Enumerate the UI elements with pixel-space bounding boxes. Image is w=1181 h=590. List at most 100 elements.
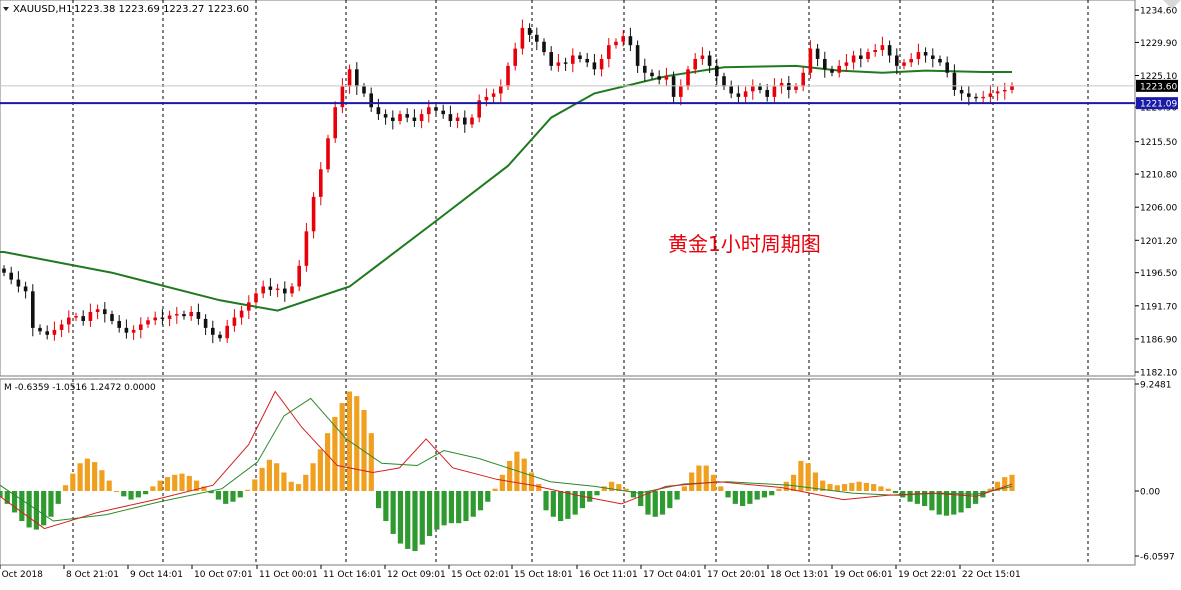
time-tick-label: 12 Oct 09:01 (387, 570, 446, 580)
candle-body (556, 62, 561, 66)
macd-bar (405, 491, 411, 549)
symbol-label: XAUUSD,H1 (13, 4, 72, 15)
macd-bar (41, 491, 47, 526)
candle-body (643, 65, 647, 73)
macd-bar (186, 475, 192, 491)
macd-bar (441, 491, 447, 526)
macd-bar (856, 481, 862, 491)
candle-body (362, 86, 366, 94)
macd-bar (521, 458, 527, 491)
candle-body (887, 45, 892, 56)
macd-bar (172, 474, 178, 491)
candle-body (859, 55, 863, 59)
candle-body (16, 279, 21, 287)
macd-bar (594, 491, 600, 496)
price-tick-label: 1215.50 (1140, 138, 1177, 148)
candle-body (355, 69, 359, 87)
candle-body (412, 117, 417, 122)
price-tick-label: 1191.70 (1140, 302, 1177, 312)
candle-body (542, 41, 546, 53)
candle-body (585, 58, 589, 63)
macd-bar (667, 491, 673, 509)
candle-body (2, 268, 6, 273)
candle-body (38, 327, 42, 332)
candle-body (959, 89, 964, 94)
candle-body (419, 114, 424, 122)
macd-bar (274, 463, 280, 491)
candle-body (81, 316, 85, 321)
candle-body (945, 62, 949, 73)
candle-body (275, 288, 280, 290)
macd-bar (1009, 474, 1015, 491)
price-tick-label: 1210.80 (1140, 171, 1177, 181)
macd-bar (244, 489, 251, 491)
macd-bar (703, 465, 709, 491)
macd-bar (718, 486, 724, 491)
candle-body (376, 107, 381, 115)
candle-body (182, 314, 186, 317)
macd-bar (492, 488, 498, 491)
macd-bar (499, 474, 505, 491)
time-tick-label: 8 Oct 21:01 (66, 570, 119, 580)
macd-bar (849, 482, 855, 491)
macd-bar (754, 491, 760, 500)
candle-body (74, 316, 78, 318)
dropdown-triangle-icon[interactable] (3, 7, 9, 11)
candle-body (578, 55, 582, 59)
time-tick-label: 19 Oct 22:01 (898, 570, 957, 580)
time-tick-label: 11 Oct 00:01 (259, 570, 318, 580)
support-line[interactable] (0, 85, 1135, 105)
time-tick-label: 10 Oct 07:01 (194, 570, 253, 580)
macd-bar (652, 491, 658, 517)
candle-body (599, 58, 604, 70)
macd-bar (841, 484, 848, 491)
candle-body (470, 117, 474, 125)
macd-bar (92, 462, 98, 491)
macd-bar (863, 482, 869, 491)
candle-body (628, 36, 633, 46)
candle-body (491, 93, 496, 97)
time-tick-label: 8 Oct 2018 (0, 570, 43, 580)
chart-annotation: 黄金1小时周期图 (668, 232, 821, 256)
macd-bar (790, 474, 797, 491)
candle-body (751, 86, 755, 92)
macd-bar (1002, 477, 1008, 491)
candle-body (967, 93, 971, 97)
macd-bar (659, 491, 666, 515)
chart-canvas[interactable]: 1234.601229.901225.101220.501215.501210.… (0, 0, 1181, 586)
price-tick-label: 1201.20 (1140, 237, 1177, 247)
candle-body (297, 265, 301, 287)
macd-bar (77, 463, 83, 491)
candle-body (657, 76, 661, 80)
macd-bar (747, 491, 753, 504)
time-tick-label: 17 Oct 04:01 (643, 570, 702, 580)
macd-bar (55, 491, 61, 504)
candle-body (232, 317, 237, 326)
candle-body (506, 65, 510, 87)
candle-body (31, 291, 35, 328)
macd-bar (62, 485, 69, 491)
macd-bar (914, 491, 920, 504)
candle-body (794, 86, 798, 90)
candle-body (67, 317, 71, 325)
candle-body (851, 55, 856, 63)
candle-body (671, 76, 676, 97)
candle-body (484, 96, 489, 101)
macd-bar (456, 491, 462, 524)
candle-body (1010, 85, 1014, 90)
macd-bar (164, 477, 171, 491)
trading-chart[interactable]: 1234.601229.901225.101220.501215.501210.… (0, 0, 1181, 586)
level-label: 1221.09 (1140, 100, 1177, 110)
macd-bar (426, 491, 433, 537)
candle-body (722, 76, 726, 87)
candle-body (153, 317, 157, 321)
candle-body (909, 58, 913, 63)
candle-body (686, 69, 690, 87)
price-tick-label: 1229.90 (1140, 39, 1177, 49)
candle-body (693, 58, 697, 70)
macd-bar (834, 485, 840, 491)
macd-signal-lines (0, 390, 1013, 530)
time-tick-label: 18 Oct 13:01 (770, 570, 829, 580)
price-pane-frame (0, 0, 1136, 377)
macd-bar (179, 473, 185, 491)
